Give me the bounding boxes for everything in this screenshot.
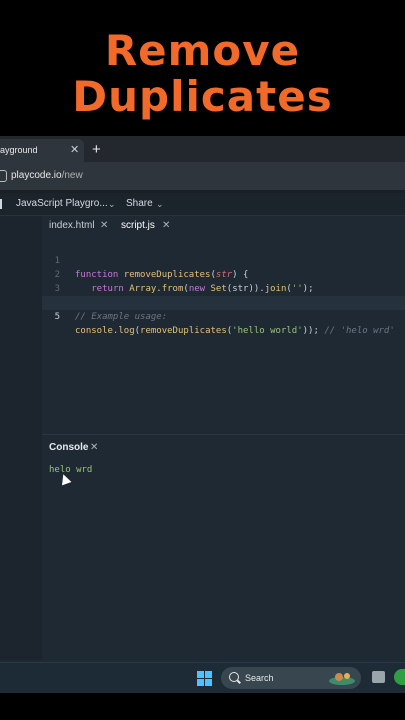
code-line: 3 } — [42, 268, 405, 308]
search-highlight-icon — [329, 673, 355, 685]
close-icon[interactable]: ✕ — [100, 216, 108, 236]
browser-tab-bar: ayground ✕ + — [0, 136, 405, 162]
code-line: 4 // Example usage: — [42, 282, 405, 322]
line-number: 5 — [54, 312, 60, 322]
taskbar: Search — [0, 662, 405, 693]
browser-window: ayground ✕ + playcode.io/new JavaScript … — [0, 136, 405, 692]
app-icon[interactable] — [394, 669, 405, 685]
share-button[interactable]: Share — [126, 193, 153, 215]
overlay-title-line-2: Duplicates — [72, 72, 333, 121]
console-title: Console — [49, 442, 89, 453]
menu-mark-icon[interactable] — [0, 199, 2, 209]
browser-tab-label: ayground — [0, 145, 38, 155]
site-info-icon[interactable] — [0, 170, 7, 182]
console-output: helo wrd — [49, 465, 93, 475]
code-text: console.log(removeDuplicates('hello worl… — [75, 326, 395, 336]
close-icon[interactable]: ✕ — [162, 216, 170, 236]
code-line-active: 5 console.log(removeDuplicates('hello wo… — [42, 296, 405, 336]
windows-start-icon[interactable] — [197, 671, 212, 686]
plus-icon[interactable]: + — [92, 139, 101, 161]
code-editor[interactable]: index.html ✕ script.js ✕ 1 function remo… — [42, 216, 405, 434]
url-host: playcode.io — [11, 170, 62, 181]
tab-script-js[interactable]: script.js — [121, 216, 155, 236]
editor-tabs: index.html ✕ script.js ✕ — [42, 216, 405, 236]
search-label: Search — [245, 673, 274, 683]
address-bar[interactable]: playcode.io/new — [0, 162, 405, 190]
code-line: 2 return Array.from(new Set(str)).join('… — [42, 254, 405, 294]
url-path: /new — [61, 170, 83, 181]
app-header: JavaScript Playgro... ⌄ Share ⌄ — [0, 193, 405, 216]
code-line: 1 function removeDuplicates(str) { — [42, 240, 405, 280]
close-icon[interactable]: ✕ — [90, 442, 98, 453]
close-icon[interactable]: ✕ — [70, 139, 79, 162]
code-area[interactable]: 1 function removeDuplicates(str) { 2 ret… — [42, 240, 405, 336]
browser-tab[interactable]: ayground ✕ — [0, 139, 84, 162]
chevron-down-icon[interactable]: ⌄ — [108, 193, 116, 215]
project-name[interactable]: JavaScript Playgro... — [16, 193, 108, 215]
url-field[interactable]: playcode.io/new — [11, 162, 83, 190]
search-icon — [229, 672, 239, 682]
console-panel: Console ✕ helo wrd — [42, 434, 405, 661]
tab-index-html[interactable]: index.html — [49, 216, 95, 236]
sidebar — [0, 216, 43, 660]
overlay-title-line-1: Remove — [104, 26, 301, 75]
chevron-down-icon[interactable]: ⌄ — [156, 193, 164, 215]
task-view-icon[interactable] — [372, 671, 385, 683]
code-text: // Example usage: — [75, 312, 168, 322]
taskbar-search[interactable]: Search — [221, 667, 361, 689]
